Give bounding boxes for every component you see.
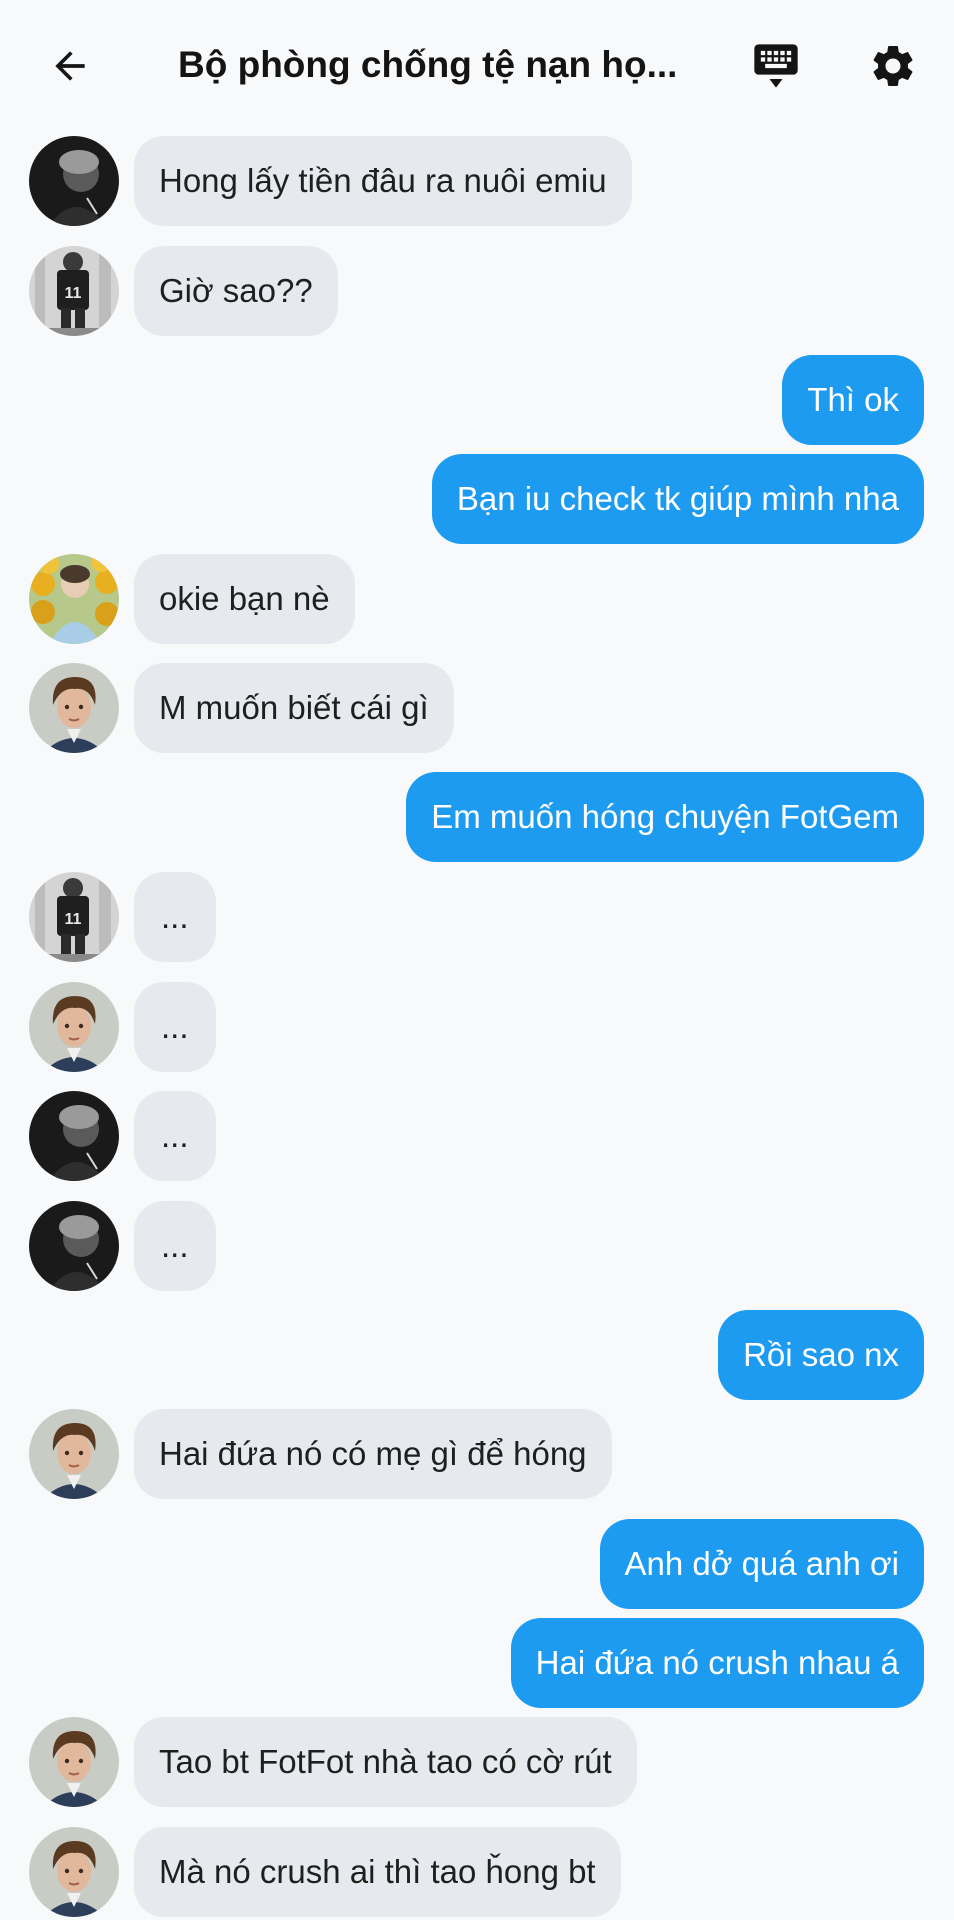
message-thread[interactable]: Hong lấy tiền đâu ra nuôi emiu Giờ sao??… (0, 128, 954, 1920)
message-row: Tao bt FotFot nhà tao có cờ rút (0, 1717, 954, 1807)
chat-title[interactable]: Bộ phòng chống tệ nạn họ... (178, 38, 698, 92)
keyboard-icon (754, 44, 798, 88)
avatar[interactable] (29, 1409, 119, 1499)
avatar[interactable] (29, 1201, 119, 1291)
avatar[interactable] (29, 1717, 119, 1807)
message-row: Hong lấy tiền đâu ra nuôi emiu (0, 136, 954, 226)
avatar[interactable] (29, 554, 119, 644)
message-row: M muốn biết cái gì (0, 663, 954, 753)
message-row: Bạn iu check tk giúp mình nha (0, 454, 954, 544)
message-bubble[interactable]: Hai đứa nó crush nhau á (510, 1618, 924, 1708)
message-bubble[interactable]: Tao bt FotFot nhà tao có cờ rút (134, 1717, 637, 1807)
message-row: Giờ sao?? (0, 246, 954, 336)
message-bubble[interactable]: ... (134, 1091, 216, 1181)
message-bubble[interactable]: Giờ sao?? (134, 246, 338, 336)
message-bubble[interactable]: M muốn biết cái gì (134, 663, 454, 753)
message-row: Hai đứa nó có mẹ gì để hóng (0, 1409, 954, 1499)
gear-icon (873, 45, 913, 86)
message-row: Anh dở quá anh ơi (0, 1519, 954, 1609)
message-bubble[interactable]: Hong lấy tiền đâu ra nuôi emiu (134, 136, 632, 226)
message-bubble[interactable]: Mà nó crush ai thì tao ȟong bt (134, 1827, 621, 1917)
avatar[interactable] (29, 246, 119, 336)
message-bubble[interactable]: Hai đứa nó có mẹ gì để hóng (134, 1409, 612, 1499)
message-row: Hai đứa nó crush nhau á (0, 1618, 954, 1708)
message-row: okie bạn nè (0, 554, 954, 644)
message-bubble[interactable]: ... (134, 1201, 216, 1291)
message-row: Thì ok (0, 355, 954, 445)
keyboard-button[interactable] (746, 36, 806, 96)
avatar[interactable] (29, 136, 119, 226)
message-row: Em muốn hóng chuyện FotGem (0, 772, 954, 862)
avatar[interactable] (29, 1827, 119, 1917)
avatar[interactable] (29, 1091, 119, 1181)
message-bubble[interactable]: Em muốn hóng chuyện FotGem (406, 772, 924, 862)
message-bubble[interactable]: okie bạn nè (134, 554, 355, 644)
message-bubble[interactable]: Anh dở quá anh ơi (599, 1519, 924, 1609)
chat-header: Bộ phòng chống tệ nạn họ... (0, 0, 954, 128)
avatar[interactable] (29, 982, 119, 1072)
back-button[interactable] (40, 36, 100, 96)
message-row: Rồi sao nx (0, 1310, 954, 1400)
message-row: ... (0, 1201, 954, 1291)
message-row: ... (0, 982, 954, 1072)
message-row: Mà nó crush ai thì tao ȟong bt (0, 1827, 954, 1917)
message-row: ... (0, 872, 954, 962)
avatar[interactable] (29, 663, 119, 753)
arrow-left-icon (55, 51, 85, 81)
message-bubble[interactable]: ... (134, 982, 216, 1072)
settings-button[interactable] (863, 36, 923, 96)
message-row: ... (0, 1091, 954, 1181)
message-bubble[interactable]: Rồi sao nx (718, 1310, 924, 1400)
message-bubble[interactable]: Bạn iu check tk giúp mình nha (431, 454, 924, 544)
avatar[interactable] (29, 872, 119, 962)
message-bubble[interactable]: ... (134, 872, 216, 962)
message-bubble[interactable]: Thì ok (782, 355, 924, 445)
